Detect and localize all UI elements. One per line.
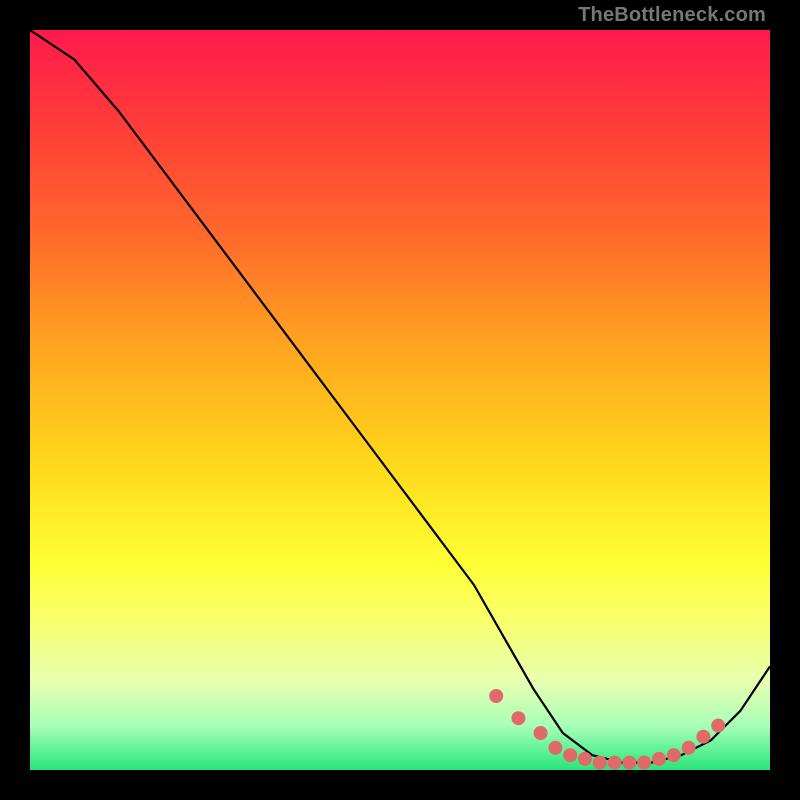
curve-marker: [608, 756, 622, 770]
curve-overlay: [30, 30, 770, 770]
curve-marker: [548, 741, 562, 755]
chart-frame: TheBottleneck.com: [0, 0, 800, 800]
curve-marker: [637, 756, 651, 770]
curve-marker: [711, 719, 725, 733]
curve-marker: [667, 748, 681, 762]
curve-markers: [489, 689, 725, 770]
plot-area: [30, 30, 770, 770]
curve-marker: [489, 689, 503, 703]
curve-marker: [511, 711, 525, 725]
curve-marker: [652, 752, 666, 766]
curve-marker: [593, 756, 607, 770]
curve-marker: [563, 748, 577, 762]
curve-marker: [682, 741, 696, 755]
bottleneck-curve: [30, 30, 770, 763]
watermark-text: TheBottleneck.com: [578, 4, 766, 27]
curve-marker: [534, 726, 548, 740]
curve-marker: [696, 730, 710, 744]
curve-marker: [622, 756, 636, 770]
curve-marker: [578, 752, 592, 766]
